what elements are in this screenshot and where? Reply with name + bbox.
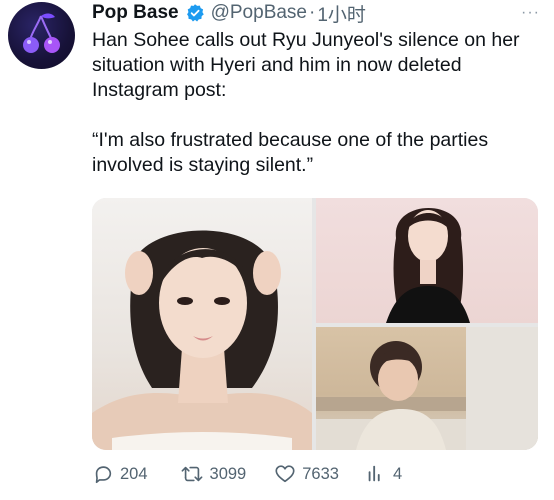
retweet-icon [181,466,202,482]
separator-dot: · [309,2,316,23]
heart-icon [275,465,295,483]
tweet-text-main: Han Sohee calls out Ryu Junyeol's silenc… [92,29,520,101]
tweet-text: Han Sohee calls out Ryu Junyeol's silenc… [92,28,542,178]
reply-button[interactable]: 204 [92,463,148,485]
portrait-illustration-3 [316,327,538,450]
photo-woman-black-dress[interactable] [316,198,538,323]
views-count: 4 [392,464,403,483]
like-button[interactable]: 7633 [274,463,339,485]
reply-count: 204 [120,464,148,483]
reply-icon [95,466,112,484]
retweet-button[interactable]: 3099 [180,463,247,485]
handle[interactable]: @PopBase [211,2,307,24]
photo-woman-portrait[interactable] [92,198,312,450]
views-chart-icon [368,465,380,482]
avatar[interactable] [8,2,75,69]
portrait-illustration-2 [386,208,470,323]
timestamp[interactable]: 1小时 [317,0,366,27]
action-bar: 204 3099 7633 4 [92,462,402,486]
display-name[interactable]: Pop Base [92,2,179,24]
cherry-logo-icon [23,13,60,53]
media-grid [92,198,538,450]
tweet-card[interactable]: Pop Base @PopBase · 1小时 ··· Han Sohee ca… [0,0,554,500]
more-icon[interactable]: ··· [521,4,540,22]
portrait-illustration [92,230,312,450]
verified-badge-icon [186,4,204,22]
retweet-count: 3099 [209,464,247,483]
views-button[interactable]: 4 [365,463,402,485]
photo-man-portrait[interactable] [316,327,538,450]
tweet-quote: “I'm also frustrated because one of the … [92,129,489,176]
like-count: 7633 [302,464,339,483]
tweet-header: Pop Base @PopBase · 1小时 [92,0,366,26]
